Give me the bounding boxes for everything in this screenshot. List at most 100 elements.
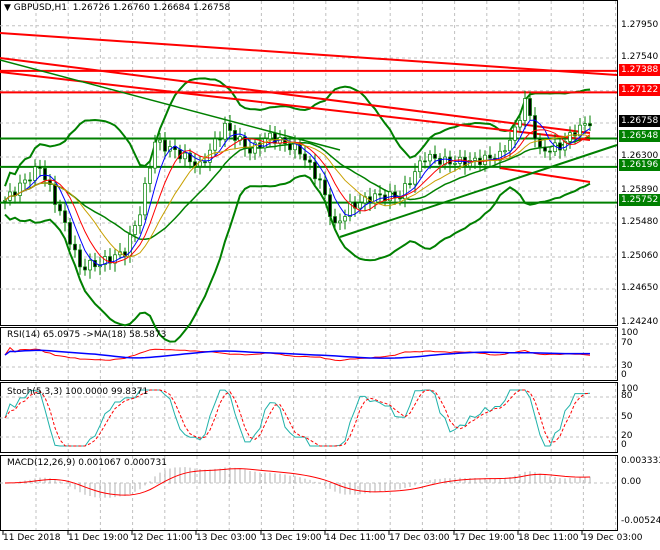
candle-body — [318, 178, 322, 181]
bollinger-upper — [4, 77, 591, 187]
symbol: GBPUSD,H1 — [13, 3, 67, 13]
high-price: 1.26760 — [112, 3, 151, 13]
candle-body — [73, 243, 77, 251]
macd-signal-line — [4, 468, 591, 496]
time-axis-label: 11 Dec 2018 — [3, 533, 61, 543]
candle-body — [433, 153, 437, 159]
price-level-label: 1.27388 — [619, 64, 660, 76]
price-axis-label: 1.27950 — [621, 19, 659, 30]
candle-body — [343, 216, 347, 222]
candle-body — [588, 123, 592, 127]
price-level-label: 1.26196 — [619, 159, 660, 171]
time-axis-label: 19 Dec 03:00 — [582, 533, 643, 543]
candle-body — [308, 159, 312, 163]
time-axis-label: 17 Dec 19:00 — [454, 533, 515, 543]
price-axis-label: 1.27540 — [621, 52, 659, 62]
candle-body — [453, 163, 457, 165]
macd-axis-label: -0.00524 — [621, 516, 660, 526]
trend-line — [0, 57, 591, 134]
macd-axis-label: 0.00 — [621, 477, 642, 487]
candle-body — [413, 171, 417, 185]
panel-border — [0, 0, 618, 326]
candle-body — [303, 153, 307, 161]
trend-line — [0, 32, 618, 76]
price-level-label: 1.27122 — [619, 84, 660, 96]
moving-average — [4, 129, 591, 264]
moving-average — [4, 134, 591, 258]
price-level-label: 1.25752 — [619, 194, 660, 206]
bollinger-middle — [4, 135, 591, 241]
candle-body — [583, 123, 587, 126]
candle-body — [488, 154, 492, 159]
price-level-label: 1.26758 — [619, 115, 660, 127]
candle-body — [233, 130, 237, 141]
candle-body — [163, 139, 167, 152]
time-axis-label: 12 Dec 11:00 — [132, 533, 193, 543]
candle-body — [418, 160, 422, 173]
candle-body — [338, 220, 342, 224]
time-axis-label: 18 Dec 11:00 — [518, 533, 579, 543]
candle-body — [408, 183, 412, 185]
time-axis-label: 13 Dec 19:00 — [261, 533, 322, 543]
candle-body — [28, 179, 32, 182]
time-axis-label: 11 Dec 19:00 — [68, 533, 129, 543]
candle-body — [183, 152, 187, 160]
candle-body — [83, 266, 87, 271]
candle-body — [203, 161, 207, 164]
candle-body — [23, 179, 27, 184]
macd-axis-label: 0.003333 — [621, 456, 660, 466]
candle-body — [293, 143, 297, 151]
low-price: 1.26684 — [152, 3, 191, 13]
bollinger-lower — [4, 174, 591, 343]
time-axis-label: 13 Dec 03:00 — [196, 533, 257, 543]
candle-body — [513, 126, 517, 141]
candle-body — [148, 167, 152, 184]
candle-body — [423, 160, 427, 163]
candle-body — [38, 166, 42, 169]
time-axis-label: 17 Dec 03:00 — [389, 533, 450, 543]
candle-body — [228, 122, 232, 131]
macd-label: MACD(12,26,9) 0.001067 0.000731 — [7, 458, 167, 468]
candle-body — [248, 147, 252, 154]
candle-body — [428, 153, 432, 162]
close-price: 1.26758 — [192, 3, 231, 13]
rsi-label: RSI(14) 65.0975 ->MA(18) 58.5873 — [7, 330, 167, 340]
candle-body — [548, 150, 552, 153]
stoch-axis-label: 0 — [621, 440, 627, 450]
candle-body — [268, 132, 272, 140]
candle-body — [503, 150, 507, 153]
rsi-axis-label: 100 — [621, 328, 639, 338]
candle-body — [378, 193, 382, 196]
candle-body — [218, 138, 222, 141]
candle-body — [398, 197, 402, 200]
rsi-axis-label: 0 — [621, 370, 627, 380]
candle-body — [78, 249, 82, 268]
price-level-label: 1.26548 — [619, 130, 660, 142]
candle-body — [508, 139, 512, 152]
trend-line — [0, 71, 591, 141]
candle-body — [448, 156, 452, 165]
candle-body — [573, 132, 577, 137]
candle-body — [473, 157, 477, 161]
symbol-header: ▼ GBPUSD,H1 1.26726 1.26760 1.26684 1.26… — [4, 3, 231, 13]
candle-body — [68, 222, 72, 245]
candle-body — [58, 204, 62, 212]
candle-body — [288, 143, 292, 151]
candle-body — [43, 168, 47, 181]
price-axis-label: 1.24650 — [621, 283, 659, 293]
candle-body — [323, 179, 327, 196]
candle-body — [158, 139, 162, 143]
candle-body — [568, 132, 572, 142]
candle-body — [3, 200, 7, 202]
candle-body — [153, 141, 157, 169]
candle-body — [328, 194, 332, 217]
stoch-label: Stoch(5,3,3) 100.0000 99.8371 — [7, 387, 149, 397]
candle-body — [393, 191, 397, 199]
candle-body — [523, 98, 527, 121]
candle-body — [533, 115, 537, 140]
candle-body — [33, 166, 37, 181]
candle-body — [223, 122, 227, 140]
candle-body — [313, 161, 317, 180]
time-axis-label: 14 Dec 11:00 — [325, 533, 386, 543]
open-price: 1.26726 — [72, 3, 110, 13]
